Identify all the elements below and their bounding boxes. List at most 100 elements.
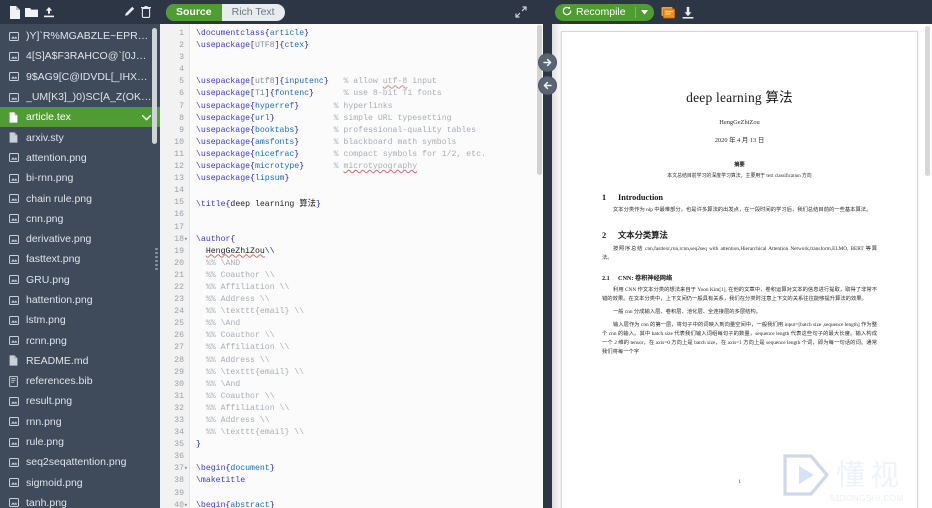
file-tree-item[interactable]: rule.png <box>0 432 160 452</box>
code-line[interactable]: \usepackage{microtype} % microtypography <box>196 161 543 173</box>
code-line[interactable]: \usepackage{booktabs} % professional-qua… <box>196 125 543 137</box>
code-line[interactable]: \usepackage{hyperref} % hyperlinks <box>196 101 543 113</box>
code-line[interactable]: \author{ <box>196 234 543 246</box>
file-name-label: article.tex <box>26 111 71 124</box>
file-tree-item[interactable]: arxiv.sty <box>0 127 160 147</box>
image-file-icon <box>9 437 22 447</box>
file-tree-item[interactable]: tanh.png <box>0 493 160 508</box>
file-tree-item[interactable]: derivative.png <box>0 229 160 249</box>
file-tree-item[interactable]: sigmoid.png <box>0 473 160 493</box>
logs-icon[interactable] <box>661 6 675 19</box>
code-line[interactable]: %% Coauthor \\ <box>196 270 543 282</box>
code-line[interactable]: %% Affiliation \\ <box>196 342 543 354</box>
file-tree-item[interactable]: article.tex <box>0 107 160 128</box>
code-line[interactable] <box>196 52 543 64</box>
code-token: { <box>230 234 236 244</box>
new-file-icon[interactable] <box>6 0 23 24</box>
code-line[interactable]: %% \texttt{email} \\ <box>196 306 543 318</box>
editor-scrollbar[interactable] <box>537 25 542 175</box>
file-tree-item[interactable]: bi-rnn.png <box>0 168 160 188</box>
code-token: \documentclass <box>196 29 265 38</box>
code-line[interactable]: %% Address \\ <box>196 355 543 367</box>
file-tree-item[interactable]: chain rule.png <box>0 188 160 208</box>
file-tree-item[interactable]: rnn.png <box>0 412 160 432</box>
file-tree-item[interactable]: )Y]`R%MGABZLE~EPRF3... <box>0 26 160 46</box>
chevron-down-icon[interactable] <box>640 6 648 18</box>
fold-toggle-icon[interactable]: ▾ <box>184 234 188 246</box>
code-line[interactable] <box>196 209 543 221</box>
download-pdf-icon[interactable] <box>682 6 694 19</box>
file-tree-item[interactable]: GRU.png <box>0 270 160 290</box>
new-folder-icon[interactable] <box>23 0 40 24</box>
file-tree-item[interactable]: 9$AG9[C@IDVDL[_IHXSE... <box>0 67 160 87</box>
code-line[interactable]: %% Affiliation \\ <box>196 403 543 415</box>
code-line[interactable] <box>196 222 543 234</box>
recompile-button[interactable]: Recompile <box>555 3 654 21</box>
code-line[interactable]: } <box>196 439 543 451</box>
code-line[interactable]: %% Address \\ <box>196 415 543 427</box>
code-line[interactable]: \usepackage{url} % simple URL typesettin… <box>196 113 543 125</box>
delete-trash-icon[interactable] <box>137 0 154 24</box>
code-line[interactable] <box>196 488 543 500</box>
code-line[interactable]: \usepackage{lipsum} <box>196 173 543 185</box>
code-line[interactable]: %% \And <box>196 318 543 330</box>
code-line[interactable]: HengGeZhiZou\\ <box>196 246 543 258</box>
code-line[interactable] <box>196 451 543 463</box>
code-line[interactable]: \usepackage[utf8]{inputenc} % allow utf-… <box>196 76 543 88</box>
file-tree-item[interactable]: result.png <box>0 391 160 411</box>
file-tree-item[interactable]: 4[S]A$F3RAHCO@`[0JCU... <box>0 46 160 66</box>
collapse-left-button[interactable] <box>538 76 557 95</box>
file-tree-item[interactable]: fasttext.png <box>0 249 160 269</box>
code-line[interactable]: %% Address \\ <box>196 294 543 306</box>
file-tree-item[interactable]: _UM[K3]_)0)SC[A_Z(OK_D... <box>0 87 160 107</box>
code-line[interactable]: \usepackage{amsfonts} % blackboard math … <box>196 137 543 149</box>
code-editor[interactable]: 1 2 3 4 5 6 7 8 9 10 11 12 13 14 15 16 17 18 ▾ 19 20 21 22 23 24… <box>160 24 543 508</box>
pdf-preview-pane[interactable]: deep learning 算法 HengGeZhiZou 2020 年 4 月… <box>552 24 932 508</box>
code-area[interactable]: \documentclass{article} \usepackage[UTF8]… <box>190 24 543 508</box>
code-line[interactable]: %% Coauthor \\ <box>196 330 543 342</box>
file-tree-item[interactable]: hattention.png <box>0 290 160 310</box>
code-line[interactable]: \begin{abstract} <box>196 500 543 508</box>
code-line[interactable]: \usepackage[T1]{fontenc} % use 8-bit T1 … <box>196 88 543 100</box>
code-line[interactable]: %% \texttt{email} \\ <box>196 427 543 439</box>
upload-icon[interactable] <box>40 0 57 24</box>
code-line[interactable]: %% \texttt{email} \\ <box>196 367 543 379</box>
pdf-scrollbar[interactable] <box>925 26 930 176</box>
line-number: 31 <box>174 391 184 401</box>
code-line[interactable] <box>196 185 543 197</box>
line-number: 10 <box>174 137 184 147</box>
code-token: %% Address \\ <box>196 295 270 305</box>
chevron-down-icon[interactable] <box>141 112 152 124</box>
fold-toggle-icon[interactable]: ▾ <box>184 500 188 508</box>
file-tree-item[interactable]: references.bib <box>0 371 160 391</box>
code-line[interactable]: %% Coauthor \\ <box>196 391 543 403</box>
expand-arrows-icon[interactable] <box>515 5 527 23</box>
pdf-section-number: 2.1 <box>602 275 610 282</box>
file-tree-item[interactable]: README.md <box>0 351 160 371</box>
code-line[interactable]: \usepackage{nicefrac} % compact symbols … <box>196 149 543 161</box>
code-line[interactable] <box>196 64 543 76</box>
file-tree-item[interactable]: cnn.png <box>0 209 160 229</box>
code-line[interactable]: \documentclass{article} <box>196 28 543 40</box>
editor-mode-toggle[interactable]: Source Rich Text <box>166 3 285 21</box>
code-line[interactable]: %% Affiliation \\ <box>196 282 543 294</box>
code-line[interactable]: \begin{document} <box>196 463 543 475</box>
file-tree-item[interactable]: lstm.png <box>0 310 160 330</box>
sidebar-scrollbar[interactable] <box>152 28 157 144</box>
file-tree-item[interactable]: attention.png <box>0 148 160 168</box>
code-line[interactable]: %% \And <box>196 379 543 391</box>
file-tree-item[interactable]: seq2seqattention.png <box>0 452 160 472</box>
rename-pencil-icon[interactable] <box>120 0 137 24</box>
file-tree-item[interactable]: rcnn.png <box>0 330 160 350</box>
fold-toggle-icon[interactable]: ▾ <box>184 463 188 475</box>
code-line[interactable]: \usepackage[UTF8]{ctex} <box>196 40 543 52</box>
collapse-right-button[interactable] <box>538 53 557 72</box>
tab-source[interactable]: Source <box>166 3 222 21</box>
sidebar-resize-grip[interactable] <box>155 248 158 270</box>
line-number: 23 <box>174 295 184 305</box>
code-line[interactable]: \title{deep learning 算法} <box>196 197 543 209</box>
code-line[interactable]: \maketitle <box>196 475 543 487</box>
pane-divider[interactable] <box>538 24 557 508</box>
tab-rich-text[interactable]: Rich Text <box>222 4 285 21</box>
code-line[interactable]: %% \AND <box>196 258 543 270</box>
